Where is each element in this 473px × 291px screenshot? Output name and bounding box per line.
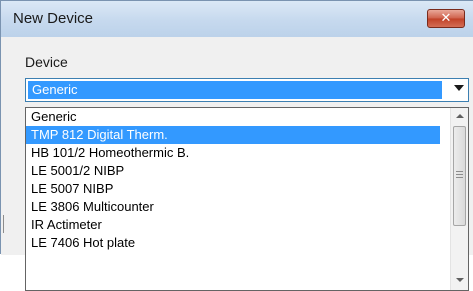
close-button[interactable]: ✕ xyxy=(427,9,465,28)
dropdown-option-le-5001-2[interactable]: LE 5001/2 NIBP xyxy=(26,162,440,180)
grip-line xyxy=(456,177,463,178)
new-device-dialog: New Device ✕ Device Generic Generic TMP … xyxy=(0,0,473,291)
scroll-up-arrow-icon[interactable] xyxy=(452,108,468,125)
dialog-body: Device Generic Generic TMP 812 Digital T… xyxy=(1,37,473,291)
dropdown-option-tmp-812[interactable]: TMP 812 Digital Therm. xyxy=(26,126,440,144)
scroll-down-arrow-icon[interactable] xyxy=(452,272,468,289)
device-select[interactable]: Generic xyxy=(25,78,469,102)
dropdown-scrollbar[interactable] xyxy=(450,108,468,290)
device-dropdown-list[interactable]: Generic TMP 812 Digital Therm. HB 101/2 … xyxy=(25,107,469,291)
obscured-control-edge xyxy=(3,215,4,233)
dropdown-option-le-5007[interactable]: LE 5007 NIBP xyxy=(26,180,440,198)
dropdown-option-ir-actimeter[interactable]: IR Actimeter xyxy=(26,216,440,234)
grip-line xyxy=(456,174,463,175)
dropdown-option-le-3806[interactable]: LE 3806 Multicounter xyxy=(26,198,440,216)
dropdown-option-generic[interactable]: Generic xyxy=(26,108,440,126)
dropdown-option-hb-101-2[interactable]: HB 101/2 Homeothermic B. xyxy=(26,144,440,162)
dropdown-option-le-7406[interactable]: LE 7406 Hot plate xyxy=(26,234,440,252)
chevron-down-icon[interactable] xyxy=(454,85,464,91)
scrollbar-thumb[interactable] xyxy=(453,126,466,226)
grip-line xyxy=(456,171,463,172)
dialog-title: New Device xyxy=(13,10,94,27)
title-bar[interactable]: New Device ✕ xyxy=(1,1,473,37)
close-icon: ✕ xyxy=(440,11,452,26)
device-label: Device xyxy=(25,54,68,70)
device-select-value: Generic xyxy=(28,81,442,99)
